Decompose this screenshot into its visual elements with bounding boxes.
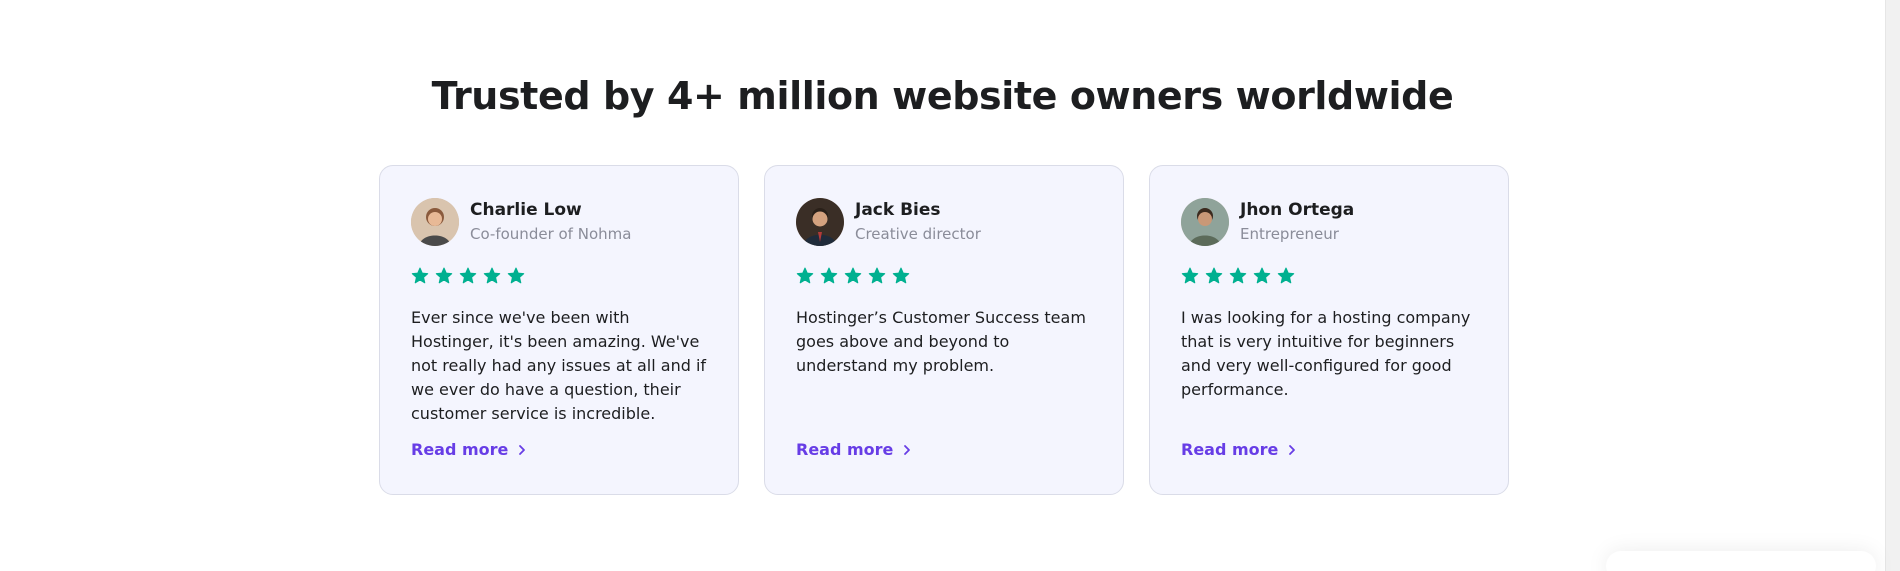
author-name: Charlie Low [470, 200, 582, 220]
star-icon [435, 267, 453, 284]
author-role: Entrepreneur [1240, 225, 1339, 243]
author-role: Co-founder of Nohma [470, 225, 632, 243]
author-text: Jhon Ortega Entrepreneur [1240, 199, 1354, 245]
testimonial-quote: I was looking for a hosting company that… [1181, 308, 1471, 399]
testimonial-cards: Charlie Low Co-founder of Nohma Ever sin… [379, 165, 1509, 495]
person-avatar-icon [796, 198, 844, 246]
read-more-link[interactable]: Read more [1181, 440, 1298, 459]
star-icon [844, 267, 862, 284]
chevron-right-icon [1289, 444, 1296, 455]
author-info: Jhon Ortega Entrepreneur [1181, 198, 1477, 246]
star-icon [459, 267, 477, 284]
star-icon [507, 267, 525, 284]
page-scrollbar[interactable] [1885, 0, 1900, 571]
person-avatar-icon [1181, 198, 1229, 246]
star-icon [1205, 267, 1223, 284]
testimonial-card: Charlie Low Co-founder of Nohma Ever sin… [379, 165, 739, 495]
star-icon [1277, 267, 1295, 284]
author-role: Creative director [855, 225, 981, 243]
avatar [796, 198, 844, 246]
read-more-label: Read more [411, 440, 509, 459]
testimonial-card: Jhon Ortega Entrepreneur I was looking f… [1149, 165, 1509, 495]
author-name: Jhon Ortega [1240, 200, 1355, 220]
rating-stars [411, 267, 707, 286]
read-more-link[interactable]: Read more [411, 440, 528, 459]
author-info: Jack Bies Creative director [796, 198, 1092, 246]
testimonials-page: Trusted by 4+ million website owners wor… [0, 0, 1900, 571]
read-more-label: Read more [1181, 440, 1279, 459]
chevron-right-icon [519, 444, 526, 455]
author-info: Charlie Low Co-founder of Nohma [411, 198, 707, 246]
star-icon [1253, 267, 1271, 284]
author-text: Jack Bies Creative director [855, 199, 981, 245]
chevron-right-icon [904, 444, 911, 455]
read-more-label: Read more [796, 440, 894, 459]
avatar [411, 198, 459, 246]
star-icon [483, 267, 501, 284]
star-icon [411, 267, 429, 284]
author-name: Jack Bies [855, 200, 941, 220]
star-icon [892, 267, 910, 284]
section-title: Trusted by 4+ million website owners wor… [431, 74, 1454, 118]
testimonial-quote: Ever since we've been with Hostinger, it… [411, 308, 707, 423]
star-icon [1229, 267, 1247, 284]
testimonial-card: Jack Bies Creative director Hostinger’s … [764, 165, 1124, 495]
person-avatar-icon [411, 198, 459, 246]
star-icon [820, 267, 838, 284]
read-more-link[interactable]: Read more [796, 440, 913, 459]
rating-stars [796, 267, 1092, 286]
testimonial-quote: Hostinger’s Customer Success team goes a… [796, 308, 1086, 375]
rating-stars [1181, 267, 1477, 286]
chat-widget[interactable] [1606, 551, 1876, 571]
star-icon [868, 267, 886, 284]
author-text: Charlie Low Co-founder of Nohma [470, 199, 631, 245]
star-icon [796, 267, 814, 284]
avatar [1181, 198, 1229, 246]
star-icon [1181, 267, 1199, 284]
